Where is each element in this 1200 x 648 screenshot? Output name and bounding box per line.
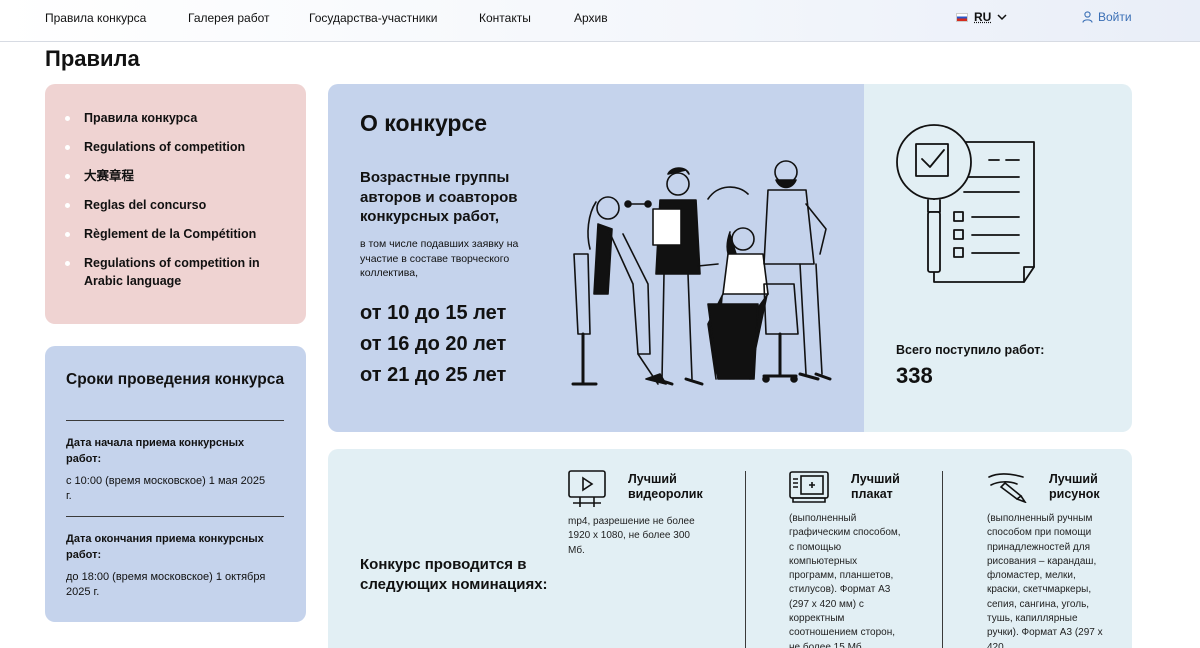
rules-link-fr[interactable]: Règlement de la Compétition (65, 225, 287, 243)
nav-contacts[interactable]: Контакты (479, 11, 531, 25)
divider (66, 420, 284, 421)
age-range: от 10 до 15 лет (360, 302, 507, 324)
column-divider (745, 471, 746, 648)
start-date-label: Дата начала приема конкурсных работ: (66, 437, 245, 465)
top-navigation-bar: Правила конкурса Галерея работ Государст… (0, 0, 1200, 42)
column-divider (942, 471, 943, 648)
nomination-title: Лучший рисунок (1049, 472, 1100, 501)
rules-link-en[interactable]: Regulations of competition (65, 138, 287, 156)
nomination-description: (выполненный ручным способом при помощи … (987, 513, 1103, 648)
divider (66, 516, 284, 517)
dates-card: Сроки проведения конкурса Дата начала пр… (45, 346, 306, 622)
rules-link-es[interactable]: Reglas del concurso (65, 196, 287, 214)
about-title: О конкурсе (360, 110, 488, 136)
rules-link-zh[interactable]: 大赛章程 (65, 167, 287, 185)
dates-title: Сроки проведения конкурса (66, 371, 285, 388)
nominations-title: Конкурс проводится в следующих номинация… (360, 556, 548, 593)
user-icon (1082, 11, 1093, 23)
nav-rules[interactable]: Правила конкурса (45, 11, 146, 25)
nomination-description: (выполненный графическим способом, с пом… (789, 513, 901, 648)
checklist-document-icon (896, 124, 1035, 283)
drawing-icon (988, 473, 1027, 503)
nomination-title: Лучший плакат (851, 472, 900, 501)
login-button[interactable]: Войти (1082, 10, 1132, 24)
about-card: О конкурсе Возрастные группы авторов и с… (328, 84, 864, 432)
rules-card: Правила конкурса Regulations of competit… (45, 84, 306, 324)
start-date-value: с 10:00 (время московское) 1 мая 2025 г. (66, 475, 266, 502)
video-icon (568, 470, 606, 507)
people-illustration (571, 160, 832, 386)
stats-card: Всего поступило работ: 338 (864, 84, 1132, 432)
nomination-title: Лучший видеоролик (628, 472, 703, 501)
rules-list: Правила конкурса Regulations of competit… (65, 109, 287, 301)
nav-gallery[interactable]: Галерея работ (188, 11, 269, 25)
language-selector[interactable]: RU (956, 10, 1007, 24)
stats-value: 338 (896, 363, 933, 388)
age-range: от 21 до 25 лет (360, 364, 507, 386)
language-code: RU (974, 10, 992, 24)
login-label: Войти (1098, 10, 1132, 24)
nominations-card: Конкурс проводится в следующих номинация… (328, 449, 1132, 648)
rules-link-ar[interactable]: Regulations of competition in Arabic lan… (65, 254, 287, 290)
nav-countries[interactable]: Государства-участники (309, 11, 437, 25)
nomination-description: mp4, разрешение не более 1920 x 1080, не… (568, 516, 695, 556)
age-groups-note: в том числе подавших заявку на участие в… (360, 238, 519, 279)
nav-archive[interactable]: Архив (574, 11, 608, 25)
end-date-value: до 18:00 (время московское) 1 октября 20… (66, 571, 266, 598)
chevron-down-icon (997, 14, 1007, 21)
age-groups-heading: Возрастные группы авторов и соавторов ко… (360, 169, 518, 225)
rules-link-ru[interactable]: Правила конкурса (65, 109, 287, 127)
stats-label: Всего поступило работ: (896, 343, 1045, 357)
end-date-label: Дата окончания приема конкурсных работ: (66, 533, 264, 561)
poster-icon (789, 471, 829, 503)
age-range: от 16 до 20 лет (360, 333, 507, 355)
russia-flag-icon (956, 12, 968, 22)
page-title: Правила (45, 46, 140, 71)
